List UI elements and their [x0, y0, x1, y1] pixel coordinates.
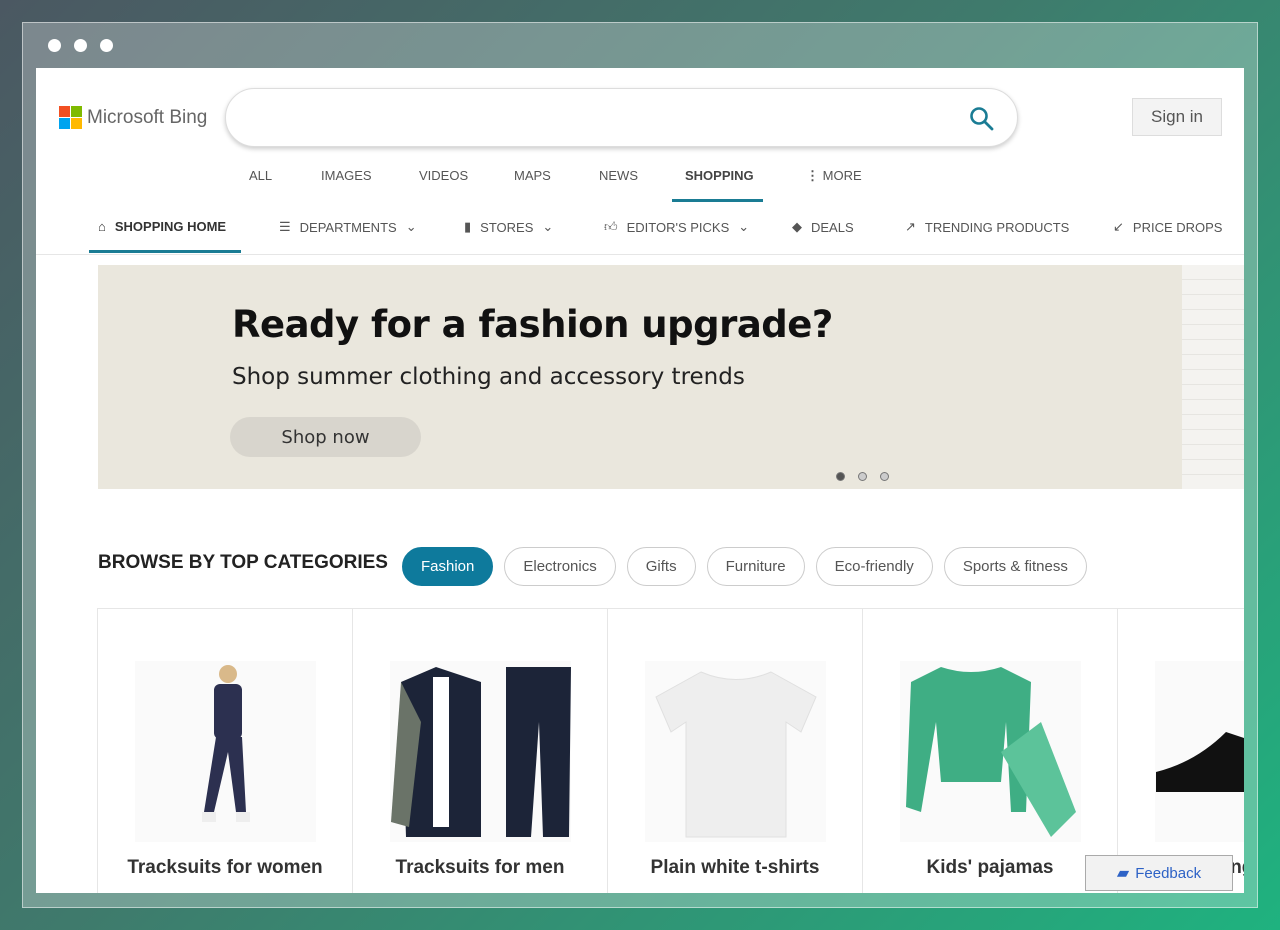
feedback-label: Feedback [1135, 864, 1202, 882]
window-dot[interactable] [74, 39, 87, 52]
nav-stores[interactable]: ▮ STORES ⌄ [464, 219, 553, 235]
page: Microsoft Bing Sign in ALL IMAGES VIDEOS… [36, 68, 1244, 893]
active-indicator [89, 250, 241, 253]
bag-icon: ▮ [464, 219, 472, 234]
category-chips: Fashion Electronics Gifts Furniture Eco-… [402, 547, 1087, 586]
tab-videos[interactable]: VIDEOS [419, 168, 468, 183]
product-image [390, 661, 571, 842]
product-image [900, 661, 1081, 842]
home-icon: ⌂ [98, 219, 106, 234]
product-label: Tracksuits for women [127, 857, 323, 878]
shop-now-button[interactable]: Shop now [230, 417, 421, 457]
list-icon: ☰ [279, 219, 291, 234]
nav-price-drops[interactable]: ↙ PRICE DROPS [1113, 219, 1222, 235]
chip-furniture[interactable]: Furniture [706, 547, 805, 586]
product-card[interactable]: Running shoes [1118, 609, 1244, 893]
tab-shopping[interactable]: SHOPPING [672, 168, 763, 202]
banner-image [1182, 265, 1244, 489]
sign-in-button[interactable]: Sign in [1132, 98, 1222, 136]
chip-eco-friendly[interactable]: Eco-friendly [815, 547, 933, 586]
nav-departments[interactable]: ☰ DEPARTMENTS ⌄ [279, 219, 417, 235]
chip-electronics[interactable]: Electronics [504, 547, 616, 586]
product-label: Kids' pajamas [926, 857, 1054, 878]
nav-label: DEPARTMENTS [299, 219, 397, 235]
window-dot[interactable] [48, 39, 61, 52]
nav-label: TRENDING PRODUCTS [924, 219, 1070, 235]
nav-editors-picks[interactable]: 👍︎ EDITOR'S PICKS ⌄ [604, 219, 749, 235]
chevron-down-icon: ⌄ [405, 219, 417, 234]
trending-down-icon: ↙ [1113, 219, 1124, 234]
nav-trending-products[interactable]: ↗ TRENDING PRODUCTS [905, 219, 1069, 235]
microsoft-logo-icon [59, 106, 82, 129]
tab-news[interactable]: NEWS [599, 168, 638, 183]
chat-bubble-icon: ▰ [1116, 865, 1130, 882]
tab-all[interactable]: ALL [249, 168, 272, 183]
search-box[interactable] [225, 88, 1018, 147]
product-image [1155, 661, 1244, 842]
trending-up-icon: ↗ [905, 219, 916, 234]
nav-label: EDITOR'S PICKS [626, 219, 730, 235]
nav-label: DEALS [811, 219, 854, 235]
nav-deals[interactable]: ◆ DEALS [792, 219, 854, 235]
brand-name: Microsoft Bing [87, 106, 208, 128]
product-card[interactable]: Plain white t-shirts [608, 609, 863, 893]
hero-title: Ready for a fashion upgrade? [232, 303, 833, 346]
nav-label: PRICE DROPS [1132, 219, 1223, 235]
nav-label: STORES [480, 219, 534, 235]
search-tabs: ALL IMAGES VIDEOS MAPS NEWS SHOPPING ⋮ M… [36, 168, 1244, 203]
search-input[interactable] [250, 89, 950, 146]
product-card[interactable]: Tracksuits for women [98, 609, 353, 893]
hero-subtitle: Shop summer clothing and accessory trend… [232, 364, 745, 390]
search-icon[interactable] [969, 106, 995, 132]
chip-gifts[interactable]: Gifts [626, 547, 696, 586]
product-card[interactable]: Tracksuits for men [353, 609, 608, 893]
product-image [135, 661, 316, 842]
tab-maps[interactable]: MAPS [514, 168, 551, 183]
chip-fashion[interactable]: Fashion [402, 547, 494, 586]
tab-more-label: MORE [822, 168, 862, 183]
shopping-nav: ⌂ SHOPPING HOME ☰ DEPARTMENTS ⌄ ▮ STORES ⌄ 👍︎… [36, 215, 1244, 255]
product-label: Tracksuits for men [395, 857, 565, 878]
nav-label: SHOPPING HOME [114, 219, 227, 234]
carousel-dot[interactable] [880, 472, 889, 481]
tab-more[interactable]: ⋮ MORE [806, 168, 862, 184]
bing-logo[interactable]: Microsoft Bing [59, 106, 207, 129]
window-controls [48, 39, 113, 52]
chevron-down-icon: ⌄ [738, 219, 750, 234]
product-label: Plain white t-shirts [650, 857, 820, 878]
tab-images[interactable]: IMAGES [321, 168, 372, 183]
chevron-down-icon: ⌄ [542, 219, 554, 234]
carousel-dots [836, 472, 889, 481]
carousel-dot[interactable] [836, 472, 845, 481]
product-card[interactable]: Kids' pajamas [863, 609, 1118, 893]
feedback-button[interactable]: ▰ Feedback [1085, 855, 1233, 891]
window-dot[interactable] [100, 39, 113, 52]
section-title: BROWSE BY TOP CATEGORIES [98, 552, 388, 573]
carousel-dot[interactable] [858, 472, 867, 481]
thumbs-up-icon: 👍︎ [604, 219, 618, 234]
chip-sports-fitness[interactable]: Sports & fitness [943, 547, 1087, 586]
more-vertical-icon: ⋮ [806, 168, 823, 183]
hero-banner[interactable]: Ready for a fashion upgrade? Shop summer… [98, 265, 1244, 489]
tag-icon: ◆ [792, 219, 802, 234]
nav-shopping-home[interactable]: ⌂ SHOPPING HOME [98, 219, 226, 234]
product-cards: Tracksuits for women Tracksuits for men … [97, 608, 1244, 893]
product-image [645, 661, 826, 842]
